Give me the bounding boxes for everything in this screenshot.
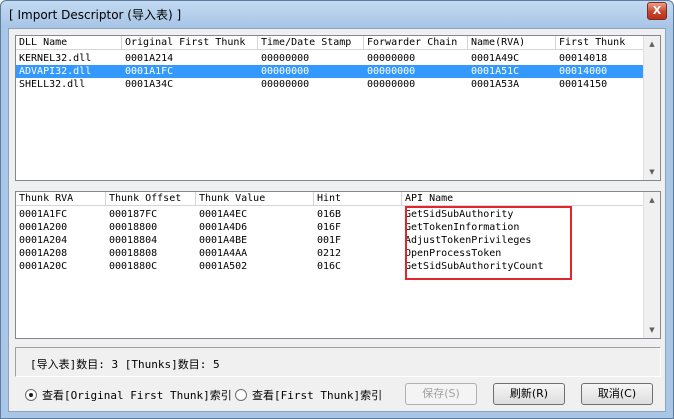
dll-col-name[interactable]: DLL Name <box>16 36 122 50</box>
refresh-button[interactable]: 刷新(R) <box>493 383 565 405</box>
table-cell: 0001A208 <box>19 248 68 259</box>
thunk-list-header: Thunk RVA Thunk Offset Thunk Value Hint … <box>16 192 660 206</box>
scroll-up-icon[interactable]: ▲ <box>644 192 660 208</box>
table-cell: 00000000 <box>367 79 416 90</box>
table-cell: ADVAPI32.dll <box>19 66 92 77</box>
dll-col-name-rva[interactable]: Name(RVA) <box>468 36 556 50</box>
radio-checked-icon[interactable] <box>25 389 37 401</box>
table-cell: 016B <box>317 209 342 220</box>
table-cell: 0001A20C <box>19 261 68 272</box>
radio-original-first-thunk[interactable]: 查看[Original First Thunk]索引 <box>25 387 232 403</box>
table-cell: KERNEL32.dll <box>19 53 92 64</box>
table-cell: 0001A4BE <box>199 235 248 246</box>
cancel-button[interactable]: 取消(C) <box>581 383 653 405</box>
table-cell: 00018804 <box>109 235 158 246</box>
thunk-col-hint[interactable]: Hint <box>314 192 402 206</box>
table-cell: 0001A214 <box>125 53 174 64</box>
table-cell: 0001A49C <box>471 53 520 64</box>
table-cell: 00000000 <box>367 53 416 64</box>
table-cell: 0001A4EC <box>199 209 248 220</box>
table-row[interactable]: ADVAPI32.dll 0001A1FC 00000000 00000000 0001… <box>16 65 644 78</box>
table-cell: 0001A53A <box>471 79 520 90</box>
table-cell: 00014150 <box>559 79 608 90</box>
table-cell: 0001A4D6 <box>199 222 248 233</box>
save-button[interactable]: 保存(S) <box>405 383 477 405</box>
radio-first-label: 查看[First Thunk]索引 <box>252 389 383 402</box>
window-title: [ Import Descriptor (导入表) ] <box>9 8 182 22</box>
close-icon[interactable]: X <box>647 2 667 20</box>
status-count-text: [导入表]数目: 3 [Thunks]数目: 5 <box>30 358 220 371</box>
table-cell: 000187FC <box>109 209 158 220</box>
table-cell: 0212 <box>317 248 342 259</box>
thunk-col-api-name[interactable]: API Name <box>402 192 644 206</box>
status-panel: [导入表]数目: 3 [Thunks]数目: 5 <box>15 347 661 377</box>
table-cell: SHELL32.dll <box>19 79 86 90</box>
table-cell: 0001A1FC <box>125 66 174 77</box>
table-cell: 00014018 <box>559 53 608 64</box>
table-cell: 0001A200 <box>19 222 68 233</box>
scroll-up-icon[interactable]: ▲ <box>644 36 660 52</box>
scroll-down-icon[interactable]: ▼ <box>644 322 660 338</box>
table-cell: 0001A34C <box>125 79 174 90</box>
table-cell: 0001A204 <box>19 235 68 246</box>
dll-list-scrollbar[interactable]: ▲ ▼ <box>643 36 660 180</box>
table-cell: 001F <box>317 235 342 246</box>
radio-first-thunk[interactable]: 查看[First Thunk]索引 <box>235 387 382 403</box>
table-row[interactable]: SHELL32.dll 0001A34C 00000000 00000000 0001A… <box>16 78 644 91</box>
dll-list[interactable]: DLL Name Original First Thunk Time/Date … <box>15 35 661 181</box>
dll-list-header: DLL Name Original First Thunk Time/Date … <box>16 36 660 50</box>
table-cell: 0001A4AA <box>199 248 248 259</box>
thunk-col-value[interactable]: Thunk Value <box>196 192 314 206</box>
table-cell: 0001A1FC <box>19 209 68 220</box>
thunk-col-offset[interactable]: Thunk Offset <box>106 192 196 206</box>
radio-unchecked-icon[interactable] <box>235 389 247 401</box>
thunk-col-rva[interactable]: Thunk RVA <box>16 192 106 206</box>
dll-col-first-thunk[interactable]: First Thunk <box>556 36 644 50</box>
dll-col-timestamp[interactable]: Time/Date Stamp <box>258 36 364 50</box>
radio-original-label: 查看[Original First Thunk]索引 <box>42 389 232 402</box>
table-cell: 0001880C <box>109 261 158 272</box>
table-cell: 0001A502 <box>199 261 248 272</box>
api-name-highlight-box <box>405 206 572 280</box>
import-descriptor-window: [ Import Descriptor (导入表) ] X DLL Name O… <box>0 0 674 419</box>
title-bar[interactable]: [ Import Descriptor (导入表) ] X <box>1 1 673 27</box>
table-cell: 00000000 <box>261 53 310 64</box>
table-cell: 00000000 <box>367 66 416 77</box>
dll-col-forwarder[interactable]: Forwarder Chain <box>364 36 468 50</box>
table-cell: 016F <box>317 222 342 233</box>
table-cell: 0001A51C <box>471 66 520 77</box>
table-cell: 00018808 <box>109 248 158 259</box>
table-cell: 016C <box>317 261 342 272</box>
table-cell: 00000000 <box>261 66 310 77</box>
thunk-list-scrollbar[interactable]: ▲ ▼ <box>643 192 660 338</box>
scroll-down-icon[interactable]: ▼ <box>644 164 660 180</box>
dll-col-oft[interactable]: Original First Thunk <box>122 36 258 50</box>
table-cell: 00014000 <box>559 66 608 77</box>
table-cell: 00018800 <box>109 222 158 233</box>
table-cell: 00000000 <box>261 79 310 90</box>
table-row[interactable]: KERNEL32.dll 0001A214 00000000 00000000 0001… <box>16 52 644 65</box>
